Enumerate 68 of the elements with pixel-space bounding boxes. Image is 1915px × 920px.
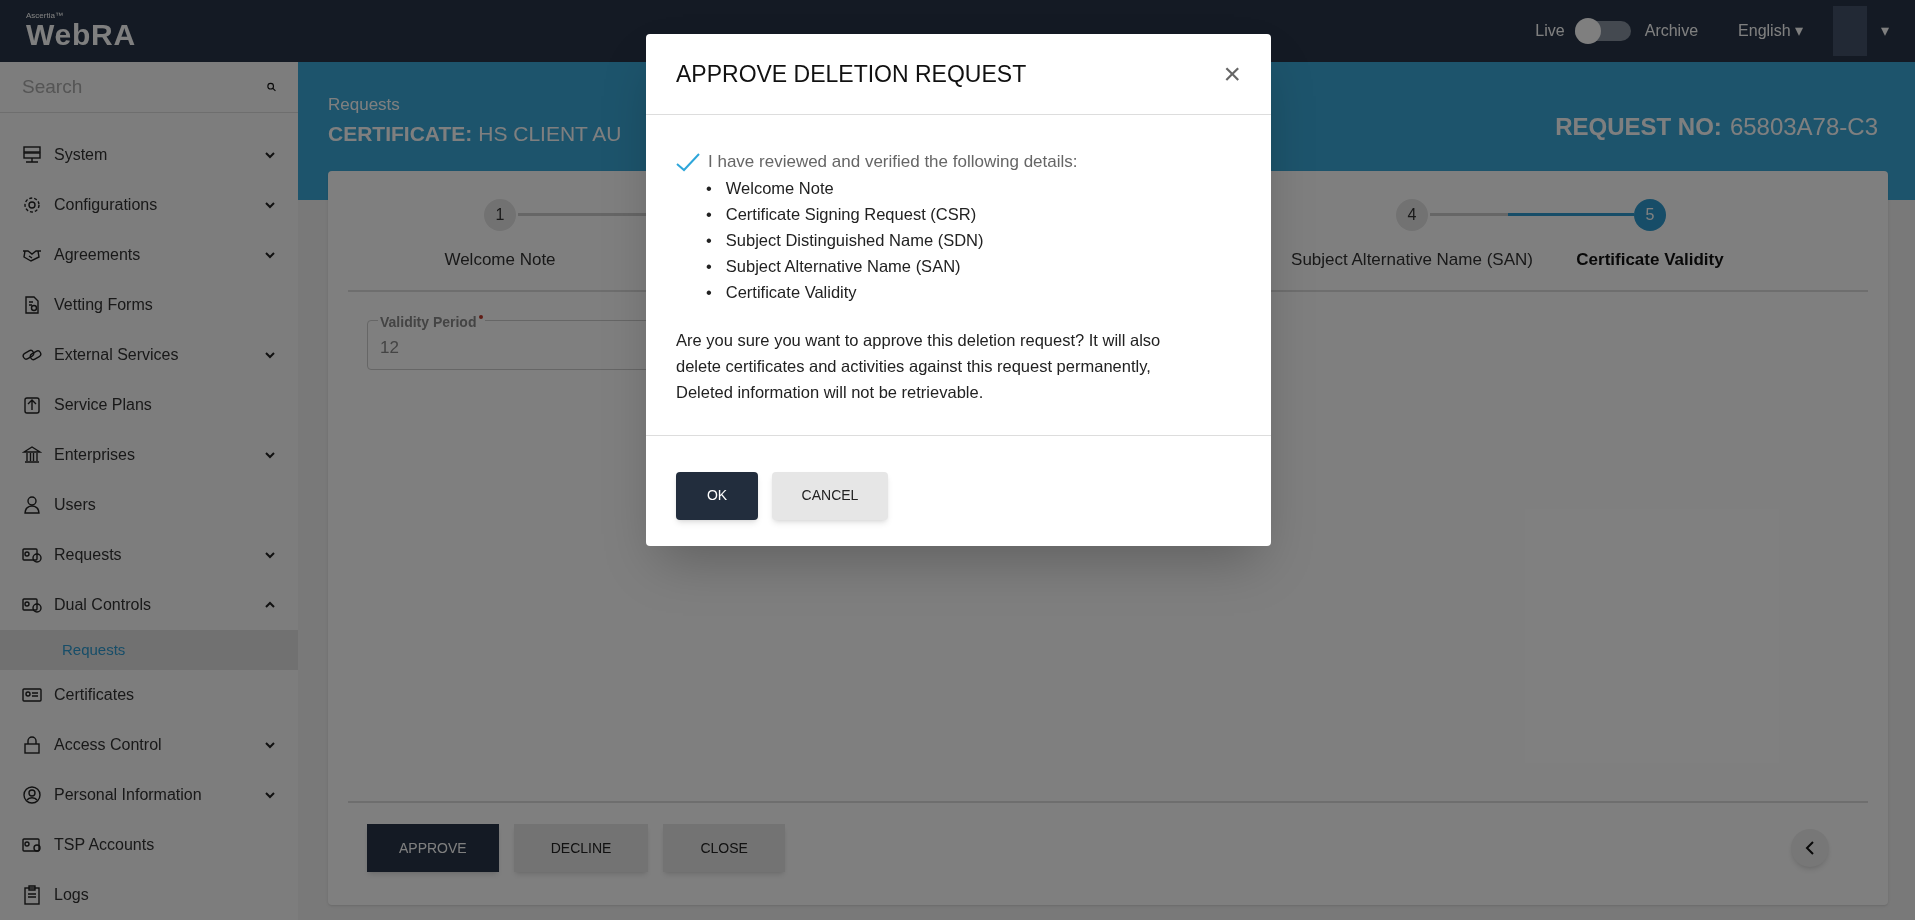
field-value: 12 <box>380 338 399 357</box>
language-dropdown[interactable]: English ▾ <box>1738 19 1803 43</box>
sidebar-item[interactable]: System <box>0 130 298 180</box>
sidebar-item[interactable]: Dual Controls <box>0 580 298 630</box>
step-number[interactable]: 1 <box>484 199 516 231</box>
sidebar-item[interactable]: Personal Information <box>0 770 298 820</box>
ok-button[interactable]: OK <box>676 471 758 520</box>
bank-icon <box>22 445 42 465</box>
detail-item: Subject Alternative Name (SAN) <box>725 255 961 277</box>
brand-logo[interactable]: WebRA <box>26 20 136 50</box>
bullet: • <box>706 177 712 199</box>
sidebar-item[interactable]: TSP Accounts <box>0 820 298 870</box>
bullet: • <box>706 229 712 251</box>
action-button[interactable]: CLOSE <box>663 824 785 872</box>
bullet: • <box>706 203 712 225</box>
dialog-title: APPROVE DELETION REQUEST <box>676 59 1027 89</box>
sidebar-item[interactable]: Agreements <box>0 230 298 280</box>
step-label: Subject Alternative Name (SAN) <box>1291 249 1533 271</box>
sidebar-item[interactable]: Logs <box>0 870 298 920</box>
clipboard-icon <box>22 885 42 905</box>
id-card-icon <box>22 685 42 705</box>
lock-icon <box>22 735 42 755</box>
action-button[interactable]: DECLINE <box>513 824 649 872</box>
id-card-icon <box>22 835 42 855</box>
id-card-icon <box>22 545 42 565</box>
document-icon <box>22 295 42 315</box>
sidebar-item[interactable]: Vetting Forms <box>0 280 298 330</box>
bullet: • <box>706 255 712 277</box>
certificate-title: HS CLIENT AU <box>478 120 622 147</box>
user-menu-caret[interactable]: ▾ <box>1881 19 1889 43</box>
chevron-left-icon <box>1805 840 1815 856</box>
action-button[interactable]: APPROVE <box>367 824 499 872</box>
sidebar-item[interactable]: Configurations <box>0 180 298 230</box>
cancel-button[interactable]: CANCEL <box>772 471 888 520</box>
field-label: Validity Period <box>378 312 486 333</box>
check-icon[interactable] <box>676 151 700 172</box>
detail-item: Welcome Note <box>725 177 834 199</box>
upload-icon <box>22 395 42 415</box>
request-number: 65803A78-C3 <box>1729 112 1878 142</box>
brand-tagline: Ascertia™ <box>26 12 64 20</box>
sidebar-item[interactable]: Users <box>0 480 298 530</box>
gear-icon <box>22 195 42 215</box>
server-icon <box>22 145 42 165</box>
step-number[interactable]: 5 <box>1634 199 1666 231</box>
sidebar-item[interactable]: Enterprises <box>0 430 298 480</box>
sidebar-item[interactable]: Requests <box>0 530 298 580</box>
sidebar-item[interactable]: External Services <box>0 330 298 380</box>
sidebar-item[interactable]: Certificates <box>0 670 298 720</box>
request-number-label: REQUEST NO: <box>1555 112 1722 142</box>
step-label: Certificate Validity <box>1576 249 1724 271</box>
collapse-button[interactable] <box>1791 829 1829 867</box>
bullet: • <box>706 281 712 303</box>
user-icon <box>22 495 42 515</box>
archive-label: Archive <box>1644 21 1699 41</box>
close-button[interactable]: × <box>1223 59 1241 89</box>
confirmation-label: I have reviewed and verified the following details: <box>708 151 1078 173</box>
live-label: Live <box>1535 21 1565 41</box>
step-label: Welcome Note <box>444 249 556 271</box>
detail-item: Subject Distinguished Name (SDN) <box>725 229 984 251</box>
id-card-icon <box>22 595 42 615</box>
title-label: CERTIFICATE: <box>328 120 473 147</box>
detail-item: Certificate Signing Request (CSR) <box>725 203 977 225</box>
sidebar-item[interactable]: Access Control <box>0 720 298 770</box>
sidebar-item[interactable]: Service Plans <box>0 380 298 430</box>
step-number[interactable]: 4 <box>1396 199 1428 231</box>
archive-toggle[interactable] <box>1574 21 1631 41</box>
detail-item: Certificate Validity <box>725 281 857 303</box>
user-circle-icon <box>22 785 42 805</box>
